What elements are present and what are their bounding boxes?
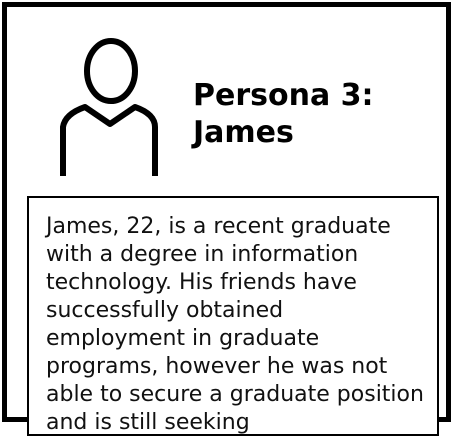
- persona-title: Persona 3: James: [193, 78, 374, 150]
- persona-bio-box: James, 22, is a recent graduate with a d…: [27, 196, 439, 436]
- person-outline-icon: [60, 38, 158, 176]
- persona-card: Persona 3: James James, 22, is a recent …: [2, 2, 451, 436]
- persona-bio-text: James, 22, is a recent graduate with a d…: [46, 214, 424, 435]
